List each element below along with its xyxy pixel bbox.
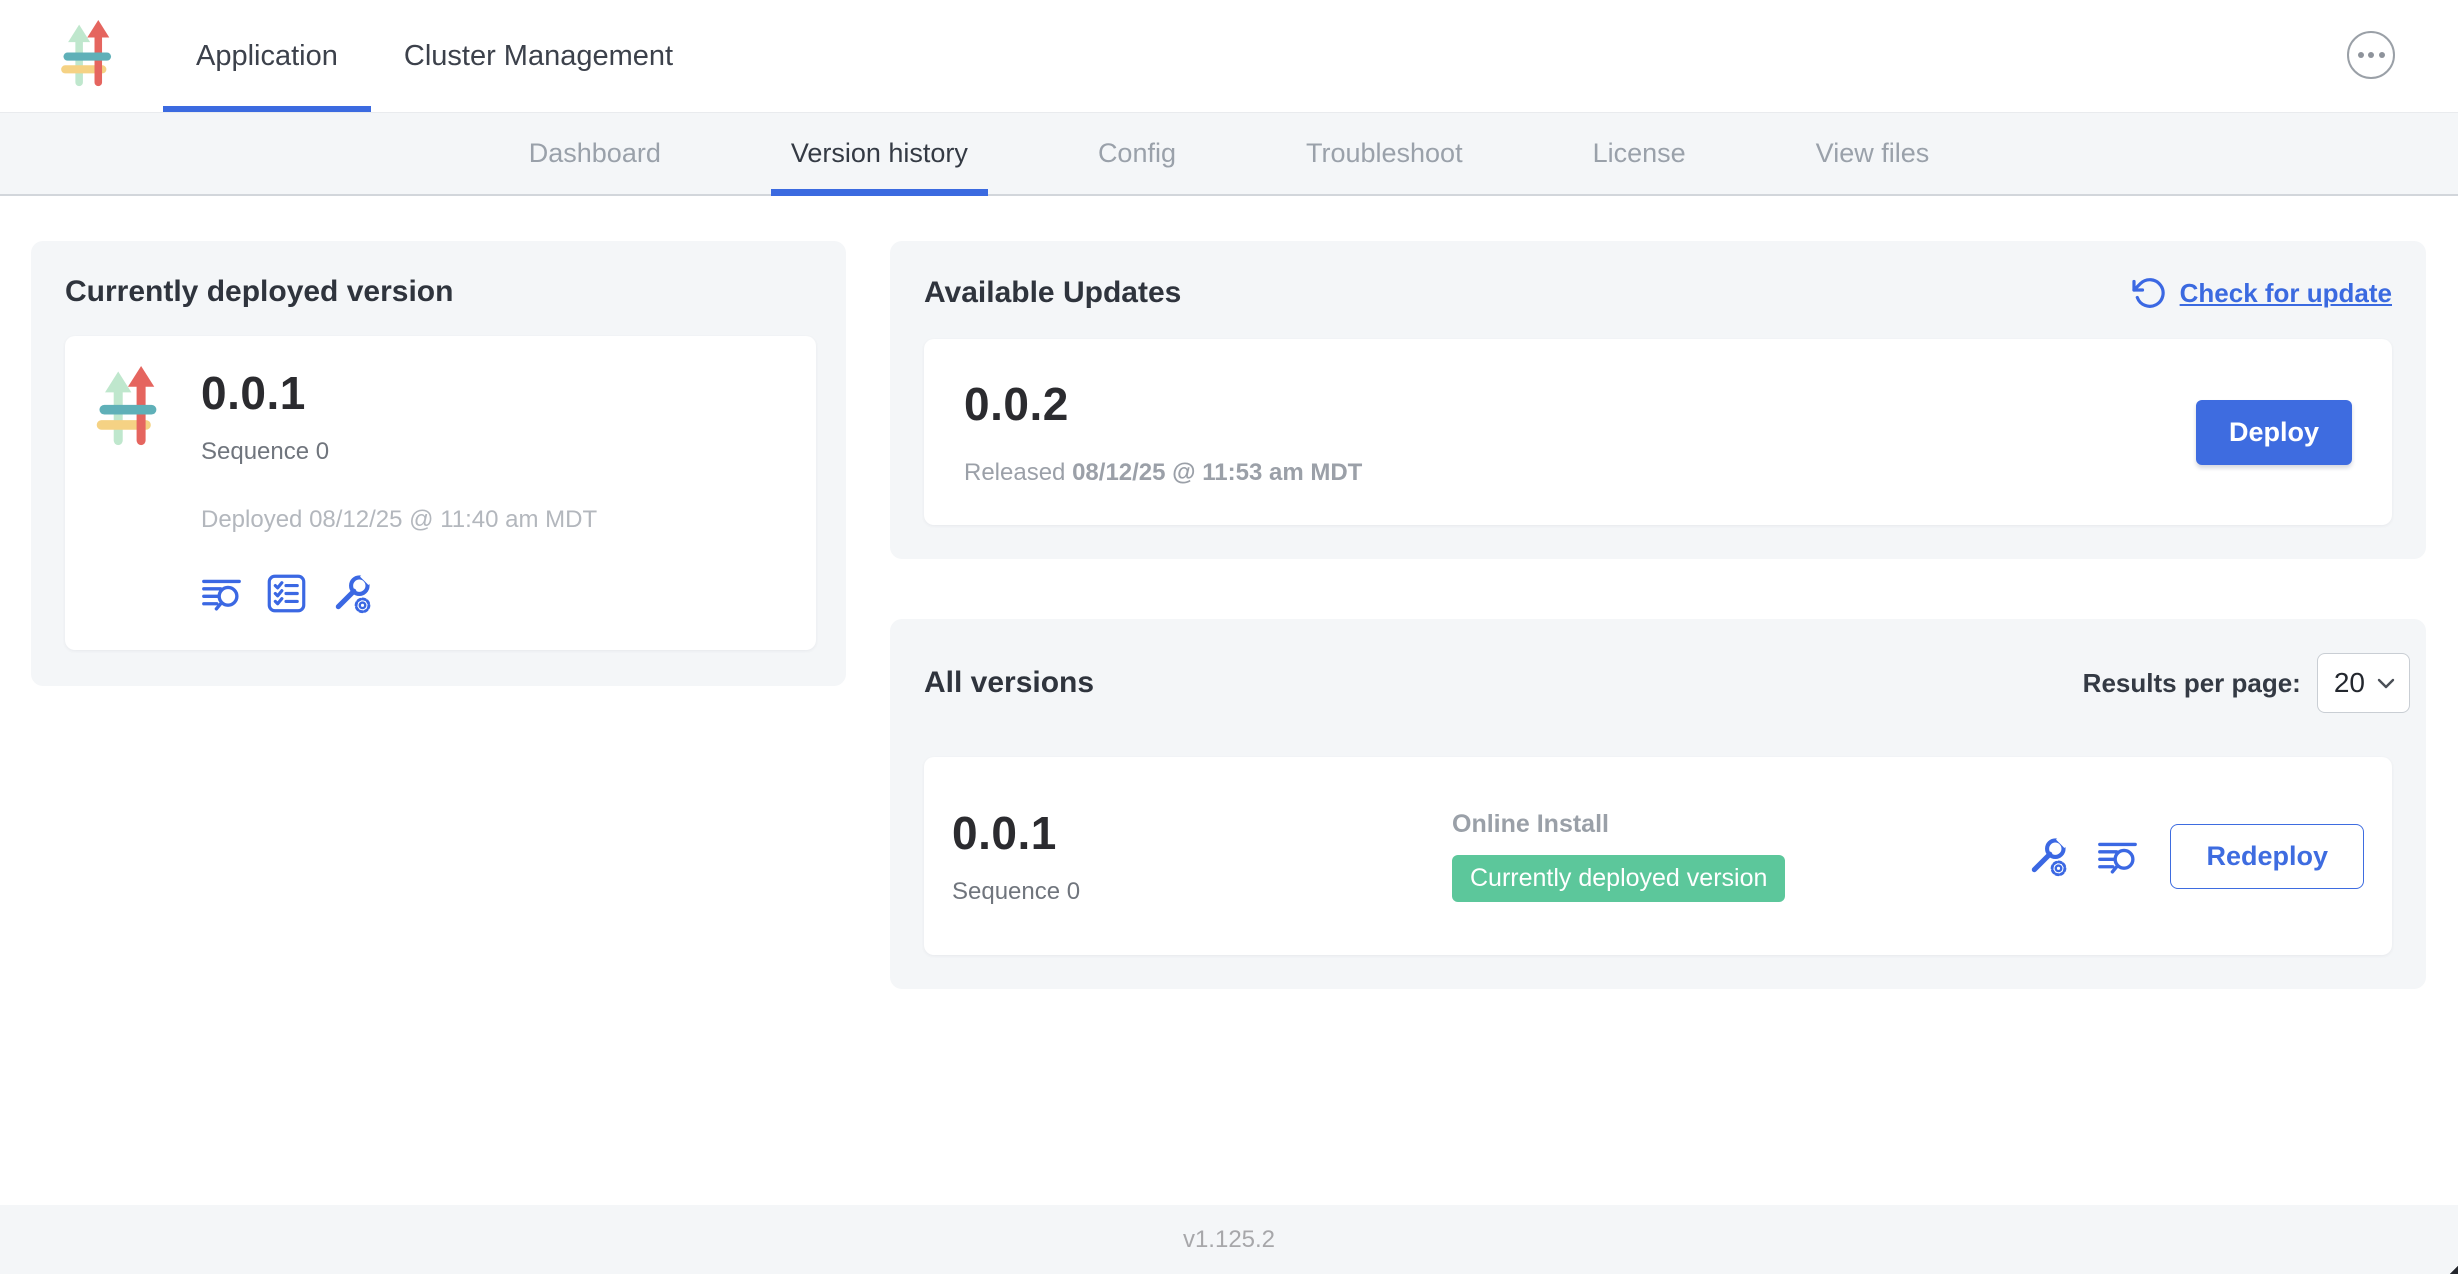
edit-config-button[interactable]	[331, 572, 373, 614]
deployed-version-actions	[201, 572, 597, 614]
update-released-timestamp: Released 08/12/25 @ 11:53 am MDT	[964, 459, 1362, 487]
row-actions: Redeploy	[2027, 824, 2364, 889]
deployed-version-card: 0.0.1 Sequence 0 Deployed 08/12/25 @ 11:…	[65, 336, 816, 650]
row-edit-config-button[interactable]	[2027, 835, 2069, 877]
row-version-number: 0.0.1	[952, 806, 1452, 860]
update-row: 0.0.2 Released 08/12/25 @ 11:53 am MDT D…	[924, 339, 2392, 525]
currently-deployed-title: Currently deployed version	[65, 275, 816, 309]
view-logs-button[interactable]	[201, 573, 242, 614]
results-per-page-label: Results per page:	[2083, 668, 2301, 699]
available-updates-title: Available Updates	[924, 276, 1181, 310]
row-sequence: Sequence 0	[952, 878, 1452, 906]
tab-troubleshoot[interactable]: Troubleshoot	[1286, 113, 1483, 194]
tab-cluster-management[interactable]: Cluster Management	[371, 0, 706, 112]
results-per-page-select[interactable]: 20	[2317, 653, 2410, 713]
deploy-button[interactable]: Deploy	[2196, 400, 2352, 465]
app-logo	[60, 0, 118, 112]
all-versions-title: All versions	[924, 666, 1094, 700]
tab-application[interactable]: Application	[163, 0, 371, 112]
arrows-logo-icon	[60, 19, 118, 93]
preflight-checks-icon	[266, 573, 307, 614]
check-for-update-link[interactable]: Check for update	[2132, 275, 2392, 311]
status-badge: Currently deployed version	[1452, 855, 1785, 902]
tab-version-history[interactable]: Version history	[771, 113, 988, 194]
redeploy-button[interactable]: Redeploy	[2170, 824, 2364, 889]
available-updates-card: Available Updates Check for update 0.0.2…	[890, 241, 2426, 559]
version-history-page: Currently deployed version 0.0.1 Sequenc…	[0, 196, 2458, 1205]
ellipsis-icon	[2358, 52, 2364, 58]
tab-application-label: Application	[196, 40, 338, 73]
screen-corner-artifact	[2448, 1265, 2458, 1274]
preflight-checks-button[interactable]	[266, 573, 307, 614]
wrench-gear-icon	[331, 572, 373, 614]
tab-view-files[interactable]: View files	[1796, 113, 1950, 194]
update-version-number: 0.0.2	[964, 377, 1362, 431]
wrench-gear-icon	[2027, 835, 2069, 877]
overflow-menu-button[interactable]	[2347, 31, 2395, 79]
view-logs-icon	[2097, 836, 2138, 877]
app-subnav: Dashboard Version history Config Trouble…	[0, 113, 2458, 196]
deployed-version-number: 0.0.1	[201, 366, 597, 420]
all-versions-card: All versions Results per page: 20 0.0.1 …	[890, 619, 2426, 989]
row-view-logs-button[interactable]	[2097, 836, 2138, 877]
primary-tabs: Application Cluster Management	[163, 0, 706, 112]
right-column: Available Updates Check for update 0.0.2…	[890, 241, 2426, 989]
chevron-down-icon	[2377, 677, 2395, 690]
app-icon	[95, 366, 165, 452]
primary-navbar: Application Cluster Management	[0, 0, 2458, 113]
tab-license[interactable]: License	[1573, 113, 1706, 194]
tab-cluster-management-label: Cluster Management	[404, 40, 673, 73]
footer: v1.125.2	[0, 1205, 2458, 1274]
tab-config[interactable]: Config	[1078, 113, 1196, 194]
console-version: v1.125.2	[1183, 1226, 1275, 1254]
tab-dashboard[interactable]: Dashboard	[509, 113, 681, 194]
currently-deployed-card: Currently deployed version 0.0.1 Sequenc…	[31, 241, 846, 686]
view-logs-icon	[201, 573, 242, 614]
deployed-sequence: Sequence 0	[201, 438, 597, 466]
install-type: Online Install	[1452, 810, 1785, 839]
deployed-timestamp: Deployed 08/12/25 @ 11:40 am MDT	[201, 506, 597, 534]
refresh-icon	[2132, 275, 2168, 311]
version-row: 0.0.1 Sequence 0 Online Install Currentl…	[924, 757, 2392, 955]
